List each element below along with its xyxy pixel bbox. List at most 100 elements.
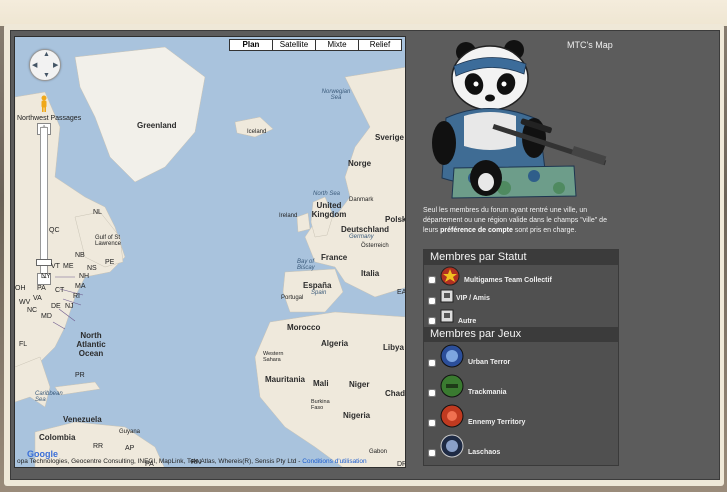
map-label: ME	[63, 263, 74, 270]
zoom-slider-track[interactable]	[40, 127, 48, 277]
map-label: Norwegian Sea	[321, 89, 351, 101]
map-label: MD	[41, 313, 52, 320]
filter-label: Laschaos	[468, 449, 501, 456]
laschaos-icon	[440, 434, 464, 458]
map-label: EA	[397, 289, 406, 296]
world-map[interactable]: Plan Satellite Mixte Relief ▲ ▼ ◀ ▶ + − …	[14, 36, 406, 468]
map-label: PR	[75, 372, 85, 379]
account-preference-text: préférence de compte	[440, 227, 513, 234]
map-label: FL	[19, 341, 28, 348]
map-label: Chad	[385, 389, 405, 398]
google-logo[interactable]: Google	[27, 449, 58, 459]
map-label: Caribbean Sea	[35, 391, 63, 403]
map-label: Portugal	[281, 295, 304, 301]
map-label: Norge	[348, 159, 372, 168]
map-label: Morocco	[287, 323, 321, 332]
section-header-statut: Membres par Statut	[424, 250, 618, 265]
map-label: Iceland	[247, 129, 267, 135]
filter-checkbox-vip[interactable]	[428, 297, 436, 305]
map-type-plan-button[interactable]: Plan	[229, 39, 273, 51]
filter-checkbox-autre[interactable]	[428, 317, 436, 325]
filter-row[interactable]: Multigames Team Collectif	[424, 265, 618, 287]
street-view-pegman-icon[interactable]	[39, 95, 49, 113]
map-label: VT	[51, 263, 60, 270]
map-label: Nigeria	[343, 411, 371, 420]
map-label: Niger	[349, 380, 370, 389]
map-label: Colombia	[39, 433, 76, 442]
urban-terror-icon	[440, 344, 464, 368]
map-label: NJ	[65, 303, 74, 310]
filter-row[interactable]: VIP / Amis	[424, 287, 618, 307]
member-badge-icon	[440, 309, 454, 323]
map-label: NL	[93, 209, 102, 216]
map-type-bar: Plan Satellite Mixte Relief	[229, 39, 402, 51]
map-label: Western Sahara	[263, 351, 284, 363]
map-type-satellite-button[interactable]: Satellite	[272, 39, 316, 51]
map-label: RI	[73, 293, 80, 300]
map-type-mixte-button[interactable]: Mixte	[315, 39, 359, 51]
filter-row[interactable]: Ennemy Territory	[424, 402, 618, 432]
map-label: DE	[51, 303, 61, 310]
map-label: NS	[87, 265, 97, 272]
map-label: QC	[49, 227, 60, 234]
filter-row[interactable]: Laschaos	[424, 432, 618, 462]
trackmania-icon	[440, 374, 464, 398]
section-header-jeux: Membres par Jeux	[424, 327, 618, 342]
pan-up-icon[interactable]: ▲	[43, 51, 50, 58]
map-label: Spain	[311, 290, 327, 296]
vip-badge-icon	[440, 289, 454, 303]
filter-checkbox-laschaos[interactable]	[428, 449, 436, 457]
filter-row[interactable]: Urban Terror	[424, 342, 618, 372]
map-label: PE	[105, 259, 115, 266]
filter-row[interactable]: Autre	[424, 307, 618, 327]
pan-down-icon[interactable]: ▼	[43, 72, 50, 79]
map-label: Algeria	[321, 339, 349, 348]
map-label: WV	[19, 299, 31, 306]
filter-label: Trackmania	[468, 389, 507, 396]
filter-checkbox-trackmania[interactable]	[428, 389, 436, 397]
info-text-suffix: sont pris en charge.	[514, 227, 577, 234]
browser-top-strip	[0, 0, 727, 26]
map-label: Sverige	[375, 133, 404, 142]
map-label: NH	[79, 273, 90, 280]
map-label: Northwest Passages	[17, 115, 82, 122]
map-label: France	[321, 253, 348, 262]
pan-right-icon[interactable]: ▶	[53, 61, 58, 69]
filter-checkbox-enemy-territory[interactable]	[428, 419, 436, 427]
filter-label: Multigames Team Collectif	[464, 277, 552, 284]
map-label: North Sea	[313, 191, 341, 197]
filter-checkbox-urban-terror[interactable]	[428, 359, 436, 367]
filter-label: Urban Terror	[468, 359, 511, 366]
map-label: Guyana	[119, 429, 141, 435]
map-label: Danmark	[349, 197, 374, 203]
map-label: North Atlantic Ocean	[76, 331, 106, 358]
panda-mascot-icon	[432, 40, 607, 199]
map-label: NC	[27, 307, 38, 314]
map-label: Burkina Faso	[311, 399, 330, 411]
filter-label: Autre	[458, 318, 477, 325]
map-label: United Kingdom	[311, 201, 347, 219]
zoom-slider-handle[interactable]	[36, 259, 52, 266]
map-label: Ireland	[279, 213, 298, 219]
map-label: Gabon	[369, 449, 388, 455]
filter-checkbox-mtc[interactable]	[428, 276, 436, 284]
map-type-relief-button[interactable]: Relief	[358, 39, 402, 51]
map-attribution: opa Technologies, Geocentre Consulting, …	[15, 458, 405, 465]
pan-left-icon[interactable]: ◀	[32, 61, 37, 69]
map-label: RR	[93, 443, 104, 450]
map-label: Venezuela	[63, 415, 102, 424]
map-label: Bay of Biscay	[297, 259, 315, 271]
terms-link[interactable]: Conditions d'utilisation	[302, 458, 366, 465]
map-label: AP	[125, 445, 135, 452]
map-label: Österreich	[361, 243, 389, 249]
map-label: MA	[75, 283, 86, 290]
map-label: Deutschland	[341, 225, 390, 234]
map-pan-control[interactable]: ▲ ▼ ◀ ▶	[29, 49, 61, 81]
info-text: Seul les membres du forum ayant rentré u…	[423, 206, 618, 236]
map-label: Libya	[383, 343, 404, 352]
map-label: Greenland	[137, 121, 177, 130]
filter-row[interactable]: Trackmania	[424, 372, 618, 402]
filter-label: VIP / Amis	[456, 295, 490, 302]
star-badge-icon	[440, 266, 460, 286]
map-label: PA	[37, 285, 46, 292]
